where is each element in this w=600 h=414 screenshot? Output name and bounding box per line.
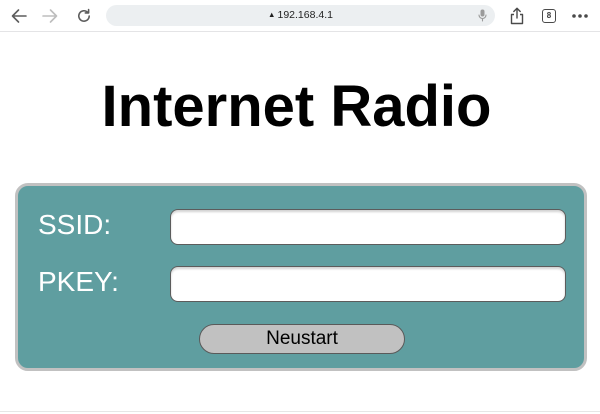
address-text: ▲ 192.168.4.1 [106,8,495,23]
arrow-left-icon [11,9,27,23]
page-title: Internet Radio [101,74,492,139]
browser-toolbar: ▲ 192.168.4.1 8 [0,0,600,32]
reload-button[interactable] [73,5,95,27]
tabs-icon: 8 [542,9,556,23]
address-bar[interactable]: ▲ 192.168.4.1 [106,5,495,26]
page-divider [0,411,600,412]
share-button[interactable] [506,5,528,27]
restart-button[interactable]: Neustart [199,324,405,354]
share-icon [510,7,524,25]
more-dots-icon [572,14,588,18]
url-value: 192.168.4.1 [277,9,333,21]
ssid-input[interactable] [170,209,566,245]
tabs-button[interactable]: 8 [538,5,560,27]
back-button[interactable] [8,5,30,27]
forward-button[interactable] [39,5,61,27]
pkey-label: PKEY: [38,266,119,297]
pkey-input[interactable] [170,266,566,302]
insecure-warning-icon: ▲ [268,10,276,19]
more-button[interactable] [569,5,591,27]
wifi-config-form: SSID: PKEY: Neustart [15,183,587,371]
ssid-label: SSID: [38,209,112,240]
arrow-right-icon [42,9,58,23]
reload-icon [78,8,90,22]
microphone-icon[interactable] [478,9,487,22]
